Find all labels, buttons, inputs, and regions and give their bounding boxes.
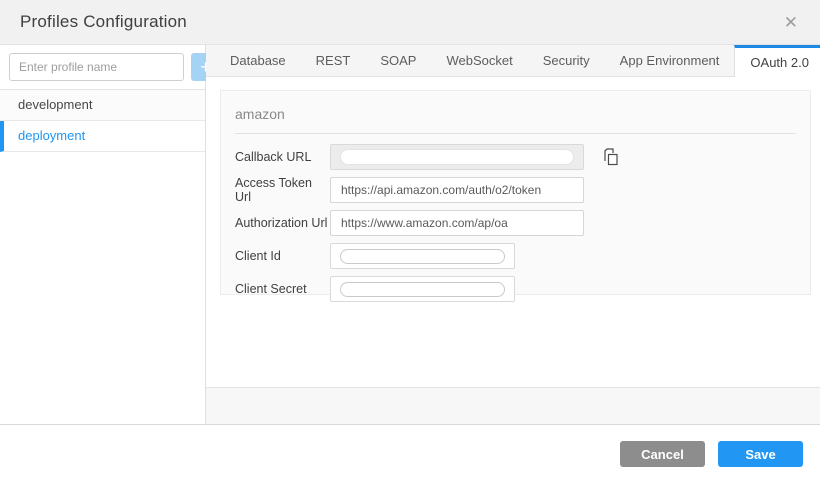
- client-secret-label: Client Secret: [235, 282, 330, 296]
- access-token-url-input[interactable]: [330, 177, 584, 203]
- page-title: Profiles Configuration: [20, 12, 187, 32]
- copy-icon[interactable]: [602, 148, 620, 167]
- client-id-row: Client Id: [235, 243, 796, 269]
- redacted-value: [340, 249, 505, 264]
- action-bar: Cancel Save: [0, 425, 820, 483]
- profile-item-deployment[interactable]: deployment: [0, 121, 205, 152]
- tab-security[interactable]: Security: [528, 45, 605, 76]
- amazon-group: amazon Callback URL: [220, 90, 811, 295]
- cancel-button[interactable]: Cancel: [620, 441, 705, 467]
- dialog-header: Profiles Configuration ✕: [0, 0, 820, 45]
- client-id-input[interactable]: [330, 243, 515, 269]
- tab-bar: Database REST SOAP WebSocket Security Ap…: [206, 45, 820, 77]
- group-title: amazon: [235, 91, 796, 134]
- main-panel: Database REST SOAP WebSocket Security Ap…: [206, 45, 820, 424]
- tab-soap[interactable]: SOAP: [365, 45, 431, 76]
- profile-item-development[interactable]: development: [0, 90, 205, 121]
- profile-add-row: +: [0, 45, 205, 90]
- callback-url-label: Callback URL: [235, 150, 330, 164]
- access-token-url-row: Access Token Url: [235, 177, 796, 203]
- profiles-sidebar: + development deployment: [0, 45, 206, 424]
- tab-app-environment[interactable]: App Environment: [605, 45, 735, 76]
- profile-list: development deployment: [0, 90, 205, 152]
- tab-content: amazon Callback URL: [206, 77, 820, 387]
- authorization-url-row: Authorization Url: [235, 210, 796, 236]
- callback-url-input[interactable]: [330, 144, 584, 170]
- dialog-body: + development deployment Database REST S…: [0, 45, 820, 425]
- redacted-value: [340, 282, 505, 297]
- profile-name-input[interactable]: [9, 53, 184, 81]
- tab-websocket[interactable]: WebSocket: [431, 45, 527, 76]
- access-token-url-label: Access Token Url: [235, 176, 330, 204]
- tab-rest[interactable]: REST: [301, 45, 366, 76]
- client-id-label: Client Id: [235, 249, 330, 263]
- close-icon[interactable]: ✕: [778, 10, 804, 35]
- profiles-configuration-dialog: Profiles Configuration ✕ + development d…: [0, 0, 820, 484]
- save-button[interactable]: Save: [718, 441, 803, 467]
- tab-oauth-2-0[interactable]: OAuth 2.0: [734, 45, 820, 77]
- redacted-value: [340, 149, 574, 165]
- client-secret-row: Client Secret: [235, 276, 796, 302]
- tab-database[interactable]: Database: [215, 45, 301, 76]
- callback-url-row: Callback URL: [235, 144, 796, 170]
- authorization-url-input[interactable]: [330, 210, 584, 236]
- authorization-url-label: Authorization Url: [235, 216, 330, 230]
- client-secret-input[interactable]: [330, 276, 515, 302]
- panel-footer-strip: [206, 387, 820, 424]
